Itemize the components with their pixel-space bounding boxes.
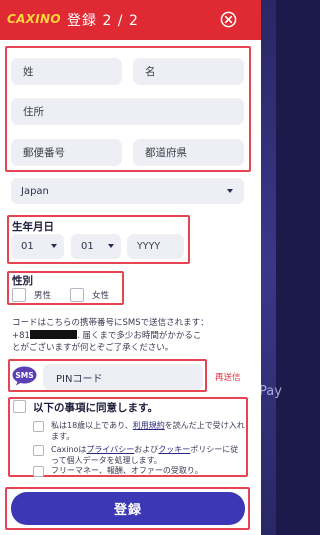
first-name-field[interactable]: 名 (133, 58, 244, 85)
gender-male-checkbox[interactable] (12, 288, 26, 302)
terms-link[interactable]: 利用規約 (133, 421, 165, 430)
agree-all-label: 以下の事項に同意します。 (33, 402, 158, 414)
agree-offers-label: フリーマネー、報酬、オファーの受取り。 (51, 466, 203, 475)
birth-month-value: 01 (81, 241, 94, 252)
sms-icon: SMS (12, 366, 37, 386)
gender-male-label: 男性 (34, 291, 52, 301)
prefecture-field[interactable]: 都道府県 (133, 139, 244, 166)
masked-phone-number (29, 329, 77, 339)
registration-sheet: CAXINO 登録 2 / 2 姓 名 住所 郵便番号 都道府県 Japan 生… (0, 0, 261, 535)
close-icon[interactable] (220, 11, 237, 28)
page-title: 登録 2 / 2 (67, 13, 139, 29)
gender-female-checkbox[interactable] (70, 288, 84, 302)
country-value: Japan (21, 185, 49, 197)
postal-code-field[interactable]: 郵便番号 (11, 139, 122, 166)
agree-terms-label: 私は18歳以上であり、利用規約を読んだ上で受け入れます。 (51, 421, 245, 441)
register-button[interactable]: 登録 (11, 492, 245, 525)
pin-code-field[interactable]: PINコード (43, 364, 203, 390)
agree-privacy-checkbox[interactable] (33, 445, 44, 456)
resend-link[interactable]: 再送信 (215, 371, 241, 383)
gender-label: 性別 (12, 275, 33, 287)
birth-day-value: 01 (21, 241, 34, 252)
country-select[interactable]: Japan (11, 178, 244, 204)
svg-text:SMS: SMS (15, 371, 33, 380)
agree-terms-checkbox[interactable] (33, 421, 44, 432)
birth-day-select[interactable]: 01 (11, 234, 64, 259)
caxino-logo: CAXINO (7, 12, 61, 26)
agree-offers-checkbox[interactable] (33, 466, 44, 477)
sms-info-text: コードはこちらの携帯番号にSMSで送信されます： +81. 届くまで多少お時間が… (12, 318, 209, 353)
chevron-down-icon (108, 244, 114, 248)
chevron-down-icon (227, 189, 233, 193)
gender-female-label: 女性 (92, 291, 110, 301)
address-field[interactable]: 住所 (11, 98, 244, 125)
chevron-down-icon (51, 244, 57, 248)
agree-all-checkbox[interactable] (13, 400, 26, 413)
header-bar: CAXINO 登録 2 / 2 (0, 0, 261, 40)
last-name-field[interactable]: 姓 (11, 58, 122, 85)
background-page (261, 0, 276, 535)
agree-privacy-label: Caxinoはプライバシーおよびクッキーポリシーに従って個人データを処理します。 (51, 445, 239, 465)
background-text: Pay (259, 384, 282, 399)
birth-month-select[interactable]: 01 (71, 234, 121, 259)
birthdate-label: 生年月日 (12, 221, 54, 233)
privacy-link[interactable]: プライバシー (86, 445, 134, 454)
cookie-link[interactable]: クッキー (158, 445, 190, 454)
birth-year-field[interactable]: YYYY (127, 234, 184, 259)
